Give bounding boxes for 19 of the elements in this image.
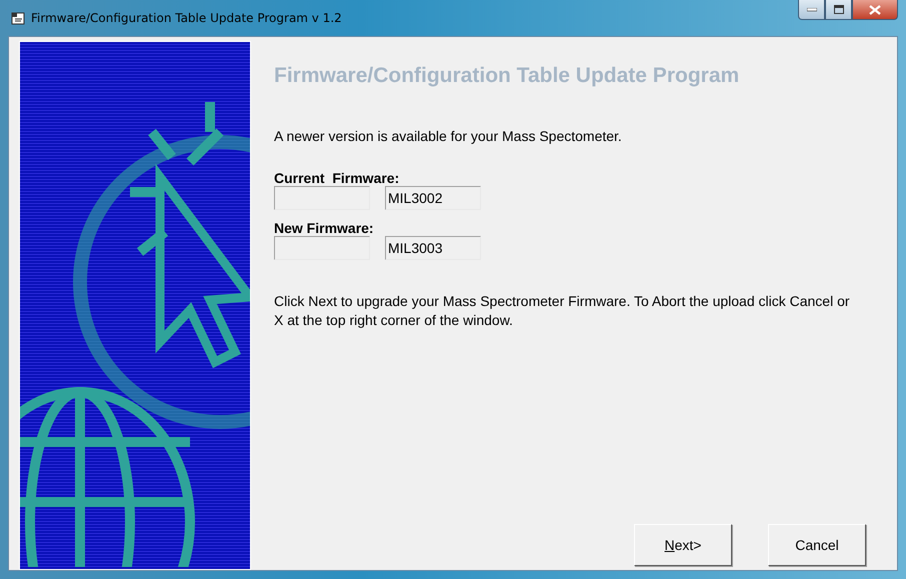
close-button[interactable]	[852, 0, 898, 20]
close-icon	[869, 4, 881, 14]
firmware-version-field[interactable]: MIL3002	[385, 186, 481, 210]
maximize-icon	[834, 5, 844, 14]
window-title: Firmware/Configuration Table Update Program v 1.2	[31, 11, 342, 25]
minimize-icon	[806, 8, 816, 12]
maximize-button[interactable]	[825, 0, 852, 20]
wizard-heading: Firmware/Configuration Table Update Program	[274, 64, 740, 88]
firmware-blank-field[interactable]	[274, 186, 370, 210]
next-button[interactable]: Next>	[634, 524, 732, 566]
intro-text: A newer version is available for your Mass Spectometer.	[274, 128, 623, 144]
minimize-button[interactable]	[798, 0, 825, 20]
cancel-button[interactable]: Cancel	[768, 524, 866, 566]
firmware-label: Current Firmware:	[274, 170, 400, 186]
firmware-version-field[interactable]: MIL3003	[385, 236, 481, 260]
instructions-text: Click Next to upgrade your Mass Spectrometer Firmware. To Abort the upload click Cancel or X at the top right corner of the window.	[274, 292, 851, 330]
firmware-label: New Firmware:	[274, 220, 375, 236]
window-app-icon	[11, 12, 25, 24]
firmware-blank-field[interactable]	[274, 236, 370, 260]
